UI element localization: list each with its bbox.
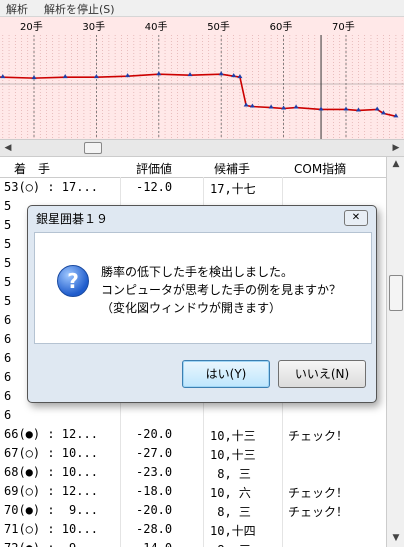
x-tick-label: 40手	[145, 20, 168, 33]
dialog-message-line: （変化図ウィンドウが開きます）	[101, 301, 282, 315]
cell-com: チェック！	[288, 429, 349, 443]
cell-candidate: 8, 三	[210, 541, 251, 547]
cell-candidate: 10,十四	[210, 524, 256, 538]
table-row[interactable]: 66(●) : 12... -20.0 10,十三 チェック！	[0, 425, 386, 444]
cell-candidate: 10,十三	[210, 448, 256, 462]
cell-move: 71(○) : 10...	[4, 522, 98, 536]
chart-horizontal-scrollbar[interactable]: ◀ ▶	[0, 139, 404, 157]
series-point	[374, 106, 380, 111]
scroll-left-arrow-icon[interactable]: ◀	[2, 142, 14, 154]
cell-move: 70(●) : 9...	[4, 503, 98, 517]
no-button[interactable]: いいえ(N)	[278, 360, 366, 388]
cell-candidate: 17,十七	[210, 182, 256, 196]
series-point	[156, 71, 162, 76]
series-point	[281, 105, 287, 110]
cell-eval: -23.0	[136, 465, 173, 479]
cell-eval: -20.0	[136, 427, 173, 441]
close-icon[interactable]: ✕	[344, 210, 368, 226]
cell-move: 6	[4, 408, 12, 422]
cell-candidate: 8, 三	[210, 505, 251, 519]
series-point	[125, 73, 131, 78]
cell-move: 5	[4, 218, 12, 232]
cell-com: チェック！	[288, 486, 349, 500]
cell-move: 6	[4, 370, 12, 384]
x-tick-label: 50手	[207, 20, 230, 33]
cell-move: 67(○) : 10...	[4, 446, 98, 460]
menu-bar: 解析 解析を停止(S)	[0, 0, 404, 17]
scroll-down-arrow-icon[interactable]: ▼	[390, 533, 402, 545]
winrate-chart[interactable]: 20手 30手 40手 50手 60手 70手	[0, 17, 404, 140]
table-vertical-scrollbar[interactable]: ▲ ▼	[386, 157, 404, 547]
dialog-body: ? 勝率の低下した手を検出しました。 コンピュータが思考した手の例を見ますか？ …	[34, 232, 372, 344]
series-point	[268, 104, 274, 109]
cell-move: 69(○) : 12...	[4, 484, 98, 498]
cell-move: 66(●) : 12...	[4, 427, 98, 441]
header-candidate[interactable]: 候補手	[214, 160, 250, 177]
cell-eval: -14.0	[136, 541, 172, 547]
cell-move: 5	[4, 275, 12, 289]
cell-move: 53(○) : 17...	[4, 180, 98, 194]
table-row[interactable]: 71(○) : 10... -28.0 10,十四	[0, 520, 386, 539]
cell-candidate: 10, 六	[210, 486, 251, 500]
series-point	[343, 106, 349, 111]
cell-move: 68(●) : 10...	[4, 465, 98, 479]
cell-move: 5	[4, 256, 12, 270]
table-row[interactable]: 72(●) : 9... -14.0 8, 三	[0, 539, 386, 547]
cell-eval: -28.0	[136, 522, 173, 536]
winrate-chart-svg: 20手 30手 40手 50手 60手 70手	[0, 20, 404, 139]
x-tick-label: 70手	[332, 20, 355, 33]
series-point	[318, 106, 324, 111]
scroll-thumb[interactable]	[84, 142, 102, 154]
x-tick-label: 30手	[82, 20, 105, 33]
cell-candidate: 8, 三	[210, 467, 251, 481]
winrate-series-line	[0, 73, 397, 118]
cell-eval: -27.0	[136, 446, 173, 460]
table-row[interactable]: 53(○) : 17... -12.0 17,十七	[0, 178, 386, 197]
cell-move: 5	[4, 237, 12, 251]
dialog-message-line: 勝率の低下した手を検出しました。	[101, 265, 294, 279]
table-row[interactable]: 67(○) : 10... -27.0 10,十三	[0, 444, 386, 463]
cell-move: 6	[4, 332, 12, 346]
cell-move: 6	[4, 351, 12, 365]
header-move[interactable]: 着 手	[14, 160, 50, 177]
cell-candidate: 10,十三	[210, 429, 256, 443]
series-point	[93, 74, 99, 79]
series-point	[218, 71, 224, 76]
cell-move: 5	[4, 294, 12, 308]
table-row[interactable]: 68(●) : 10... -23.0 8, 三	[0, 463, 386, 482]
x-tick-label: 60手	[270, 20, 293, 33]
scroll-up-arrow-icon[interactable]: ▲	[390, 159, 402, 171]
cell-eval: -18.0	[136, 484, 173, 498]
series-point	[0, 74, 6, 79]
table-row[interactable]: 6	[0, 406, 386, 425]
series-point	[293, 104, 299, 109]
cell-move: 72(●) : 9...	[4, 541, 98, 547]
menu-analyze[interactable]: 解析	[6, 1, 28, 17]
series-point	[62, 74, 68, 79]
series-point	[243, 102, 249, 107]
dialog-title: 銀星囲碁１９	[36, 212, 109, 226]
scroll-right-arrow-icon[interactable]: ▶	[390, 142, 402, 154]
series-point	[355, 107, 361, 112]
series-point	[31, 75, 37, 80]
confirm-dialog: 銀星囲碁１９ ✕ ? 勝率の低下した手を検出しました。 コンピュータが思考した手…	[27, 205, 377, 403]
cell-move: 5	[4, 199, 12, 213]
cell-com: チェック！	[288, 505, 349, 519]
table-row[interactable]: 69(○) : 12... -18.0 10, 六 チェック！	[0, 482, 386, 501]
menu-stop-analysis[interactable]: 解析を停止(S)	[44, 1, 115, 17]
question-icon: ?	[57, 265, 89, 297]
yes-button[interactable]: はい(Y)	[182, 360, 270, 388]
cell-eval: -12.0	[136, 180, 173, 194]
cell-eval: -20.0	[136, 503, 173, 517]
vertical-scroll-thumb[interactable]	[389, 275, 403, 311]
x-tick-label: 20手	[20, 20, 43, 33]
table-header: 着 手 評価値 候補手 COM指摘	[0, 157, 386, 178]
cell-move: 6	[4, 313, 12, 327]
dialog-message-line: コンピュータが思考した手の例を見ますか？	[101, 283, 342, 297]
header-eval[interactable]: 評価値	[136, 160, 172, 177]
cell-move: 6	[4, 389, 12, 403]
table-row[interactable]: 70(●) : 9... -20.0 8, 三 チェック！	[0, 501, 386, 520]
header-com[interactable]: COM指摘	[294, 160, 346, 177]
series-point	[187, 72, 193, 77]
